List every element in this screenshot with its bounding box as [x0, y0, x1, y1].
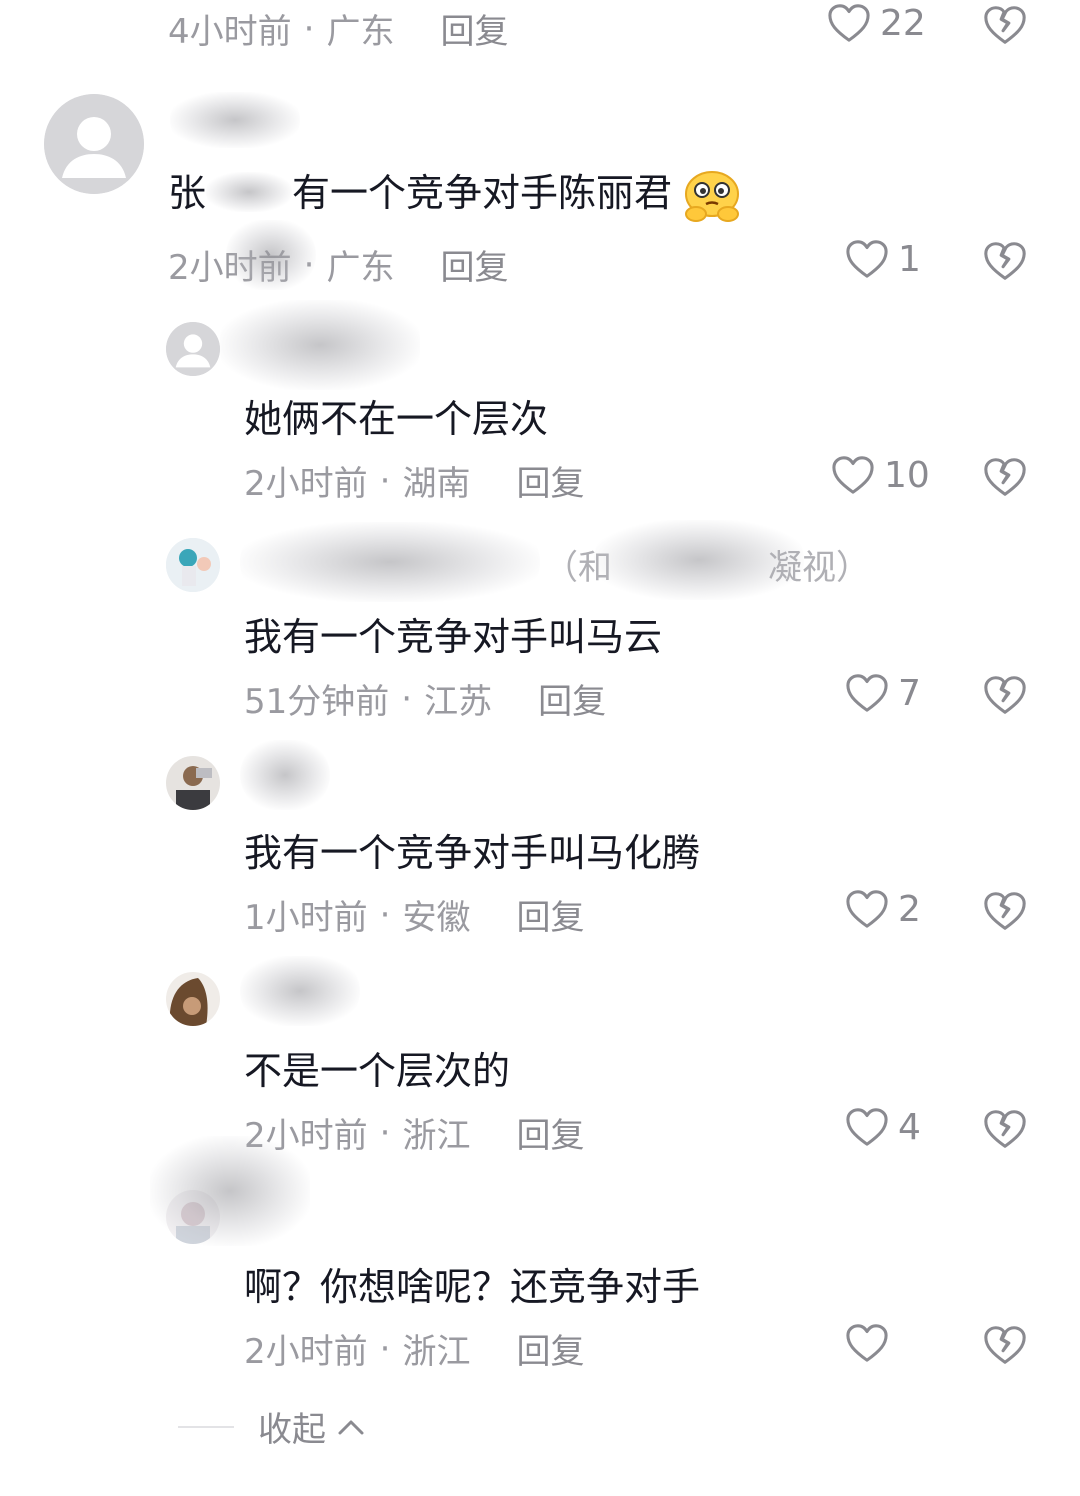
meta-separator: ·: [303, 8, 315, 49]
like-count: 1: [898, 238, 921, 280]
like-button[interactable]: 1: [844, 238, 921, 280]
broken-heart-icon: [984, 458, 1026, 496]
comment-text: 张 有一个竞争对手陈丽君: [168, 162, 744, 224]
thinking-emoji-icon: [680, 168, 744, 224]
nickname: 凝视）: [768, 540, 870, 589]
dislike-button[interactable]: [982, 1322, 1028, 1368]
comment-location: 浙江: [402, 1116, 471, 1156]
redacted-nickname: [170, 92, 300, 148]
dislike-button[interactable]: [982, 238, 1028, 284]
like-count: 22: [880, 2, 926, 44]
comment-text-prefix: 张: [168, 171, 207, 215]
comment-location: 湖南: [402, 464, 471, 504]
like-count: 7: [898, 672, 921, 714]
reply-button[interactable]: 回复: [440, 4, 508, 53]
comment-location: 广东: [326, 12, 395, 52]
dislike-button[interactable]: [982, 2, 1028, 48]
redacted-nickname: [220, 300, 420, 390]
broken-heart-icon: [984, 242, 1026, 280]
comment-location: 浙江: [402, 1332, 471, 1372]
collapse-replies-button[interactable]: 收起: [178, 1402, 366, 1451]
nickname-end: 凝视）: [768, 548, 870, 588]
dislike-button[interactable]: [982, 454, 1028, 500]
meta-separator: ·: [401, 678, 413, 719]
redacted-nickname: [240, 740, 330, 810]
comment-time: 2小时前: [244, 464, 368, 504]
heart-icon: [846, 674, 888, 712]
like-button[interactable]: 4: [844, 1106, 921, 1148]
heart-icon: [828, 4, 870, 42]
comment-location: 广东: [326, 248, 395, 288]
reply-button[interactable]: 回复: [516, 890, 584, 939]
comment-text: 不是一个层次的: [244, 1049, 511, 1093]
comment-text: 我有一个竞争对手叫马化腾: [244, 831, 701, 875]
like-button[interactable]: 7: [844, 672, 921, 714]
comment-meta: 1小时前 · 安徽 回复: [244, 890, 584, 939]
default-avatar-icon: [44, 94, 144, 194]
person-avatar-icon: [166, 756, 220, 810]
like-button[interactable]: [844, 1322, 898, 1364]
avatar[interactable]: [166, 756, 220, 810]
comment-time: 2小时前: [244, 1332, 368, 1372]
dislike-button[interactable]: [982, 1106, 1028, 1152]
meta-separator: ·: [379, 894, 391, 935]
avatar[interactable]: [166, 322, 220, 376]
heart-icon: [846, 240, 888, 278]
comment-meta: 2小时前 · 浙江 回复: [244, 1324, 584, 1373]
avatar[interactable]: [44, 94, 144, 194]
reply-button[interactable]: 回复: [538, 674, 606, 723]
like-count: 4: [898, 1106, 921, 1148]
broken-heart-icon: [984, 6, 1026, 44]
comment-text: 她俩不在一个层次: [244, 397, 549, 441]
redacted-nickname: [150, 1136, 310, 1246]
comment-location: 安徽: [402, 898, 471, 938]
dislike-button[interactable]: [982, 888, 1028, 934]
comment-text: 啊？你想啥呢？还竞争对手: [244, 1265, 701, 1309]
reply-button[interactable]: 回复: [440, 240, 508, 289]
character-avatar-icon: [166, 538, 220, 592]
person-avatar-icon: [166, 972, 220, 1026]
redacted-nickname: [240, 956, 360, 1026]
heart-icon: [846, 1108, 888, 1146]
redacted-region: [226, 220, 316, 290]
avatar[interactable]: [166, 972, 220, 1026]
comment-time: 51分钟前: [244, 682, 390, 722]
comment-meta: 4小时前 · 广东 回复: [168, 4, 508, 53]
meta-separator: ·: [379, 1328, 391, 1369]
chevron-up-icon: [338, 1420, 364, 1434]
comment-meta: 51分钟前 · 江苏 回复: [244, 674, 606, 723]
heart-icon: [832, 456, 874, 494]
heart-icon: [846, 1324, 888, 1362]
reply-button[interactable]: 回复: [516, 456, 584, 505]
redacted-text: [206, 171, 293, 212]
like-button[interactable]: 22: [826, 2, 926, 44]
reply-button[interactable]: 回复: [516, 1108, 584, 1157]
redacted-nickname: [240, 522, 540, 602]
like-button[interactable]: 2: [844, 888, 921, 930]
comment-meta: 2小时前 · 广东 回复: [168, 240, 508, 289]
comment-text-rest: 有一个竞争对手陈丽君: [292, 171, 673, 215]
like-count: 2: [898, 888, 921, 930]
heart-icon: [846, 890, 888, 928]
broken-heart-icon: [984, 1326, 1026, 1364]
like-button[interactable]: 10: [830, 454, 930, 496]
broken-heart-icon: [984, 676, 1026, 714]
divider: [178, 1425, 234, 1428]
broken-heart-icon: [984, 1110, 1026, 1148]
comment-time: 4小时前: [168, 12, 292, 52]
dislike-button[interactable]: [982, 672, 1028, 718]
comment-text: 我有一个竞争对手叫马云: [244, 615, 663, 659]
meta-separator: ·: [379, 460, 391, 501]
comment-time: 1小时前: [244, 898, 368, 938]
collapse-label: 收起: [258, 1410, 326, 1450]
meta-separator: ·: [379, 1112, 391, 1153]
comment-meta: 2小时前 · 湖南 回复: [244, 456, 584, 505]
like-count: 10: [884, 454, 930, 496]
comment-location: 江苏: [424, 682, 493, 722]
avatar[interactable]: [166, 538, 220, 592]
broken-heart-icon: [984, 892, 1026, 930]
default-avatar-icon: [166, 322, 220, 376]
reply-button[interactable]: 回复: [516, 1324, 584, 1373]
